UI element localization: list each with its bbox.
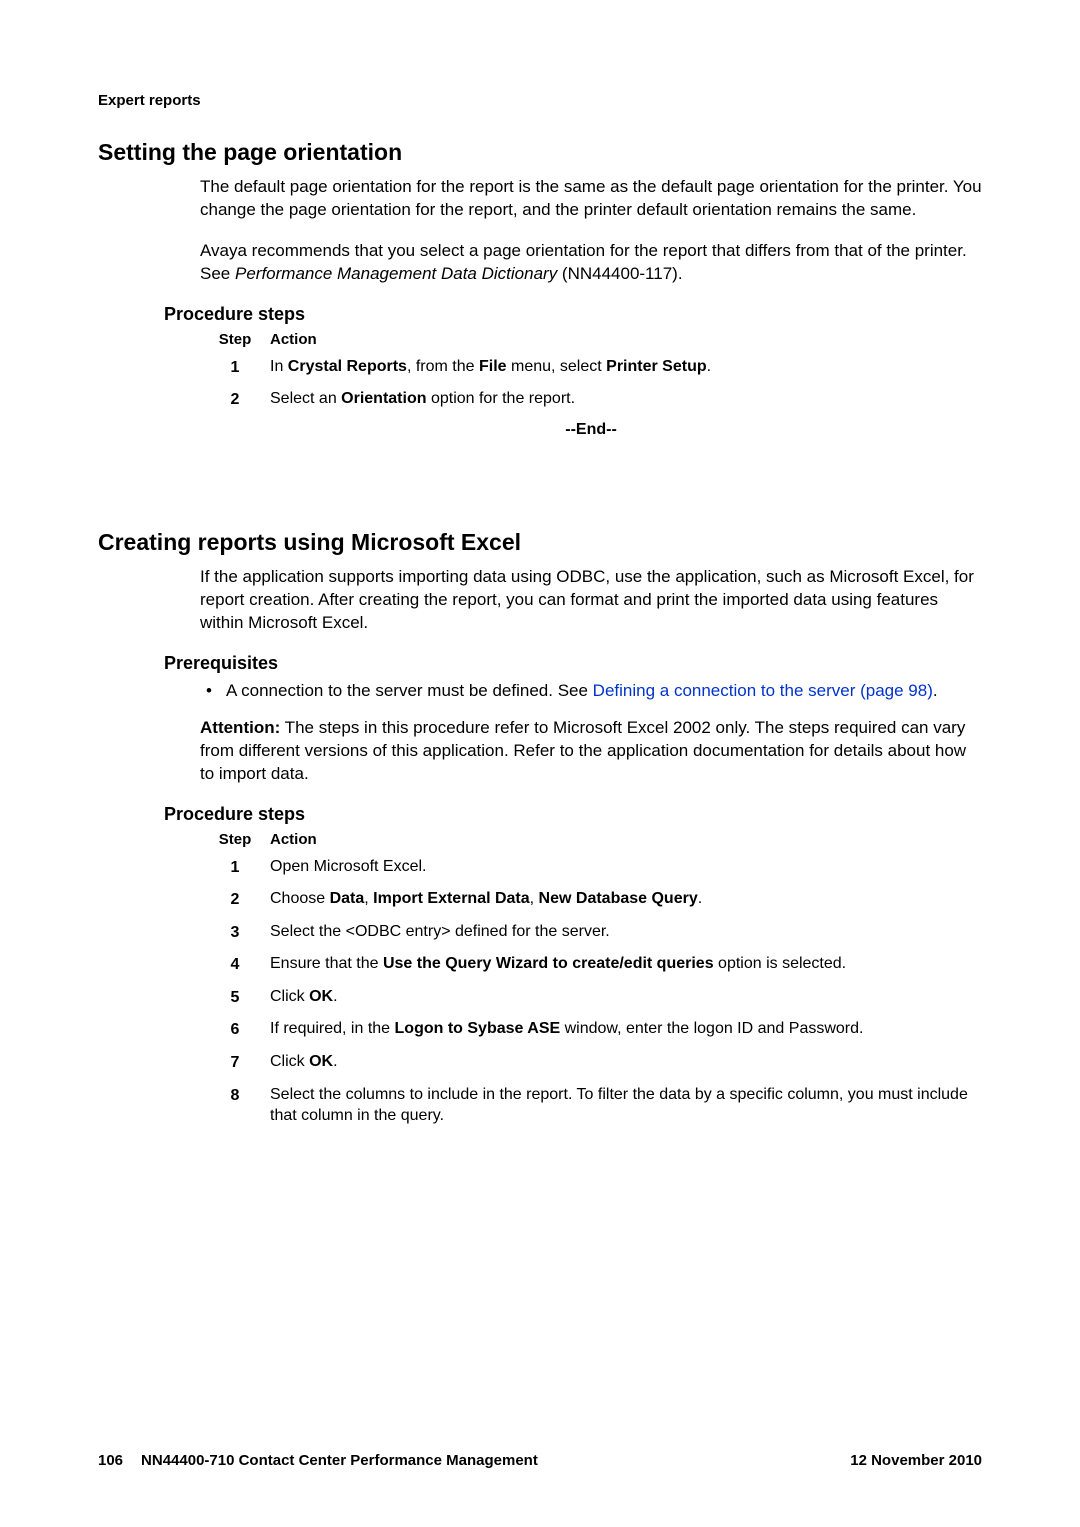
step-row: 5 Click OK.: [200, 986, 982, 1009]
step-action: Click OK.: [270, 986, 982, 1008]
text-fragment: .: [698, 890, 702, 907]
text-fragment: option for the report.: [427, 390, 576, 407]
section1-body: The default page orientation for the rep…: [200, 176, 982, 286]
step-action: Click OK.: [270, 1051, 982, 1073]
list-item: • A connection to the server must be def…: [200, 680, 982, 703]
text-fragment: ,: [364, 890, 373, 907]
step-number: 7: [200, 1051, 270, 1074]
end-marker: --End--: [200, 421, 982, 439]
step-number: 1: [200, 856, 270, 879]
footer-left: 106 NN44400-710 Contact Center Performanc…: [98, 1452, 538, 1469]
step-number: 2: [200, 388, 270, 411]
text-fragment: .: [933, 681, 938, 700]
ui-term: Import External Data: [373, 890, 529, 907]
section-gap: [98, 439, 982, 509]
steps-header-action: Action: [270, 831, 317, 848]
ui-term: OK: [309, 1053, 333, 1070]
text-fragment: , from the: [407, 358, 479, 375]
text-fragment: If required, in the: [270, 1020, 395, 1037]
section2-body: If the application supports importing da…: [200, 566, 982, 635]
ui-term: Orientation: [341, 390, 426, 407]
attention-note: Attention: The steps in this procedure r…: [200, 717, 982, 786]
text-fragment: In: [270, 358, 288, 375]
text-fragment: menu, select: [507, 358, 607, 375]
step-action: Open Microsoft Excel.: [270, 856, 982, 878]
step-row: 4 Ensure that the Use the Query Wizard t…: [200, 953, 982, 976]
text-fragment: Ensure that the: [270, 955, 383, 972]
step-row: 2 Select an Orientation option for the r…: [200, 388, 982, 411]
footer-doc-title: NN44400-710 Contact Center Performance M…: [141, 1452, 538, 1469]
text-fragment: Choose: [270, 890, 330, 907]
subheading-prerequisites: Prerequisites: [164, 653, 982, 674]
step-number: 2: [200, 888, 270, 911]
text-fragment: window, enter the logon ID and Password.: [560, 1020, 863, 1037]
prereq-list: • A connection to the server must be def…: [200, 680, 982, 703]
citation-title: Performance Management Data Dictionary: [235, 264, 557, 283]
step-action: In Crystal Reports, from the File menu, …: [270, 356, 982, 378]
steps-header-action: Action: [270, 331, 317, 348]
steps-table-1: Step Action 1 In Crystal Reports, from t…: [200, 331, 982, 411]
text-fragment: Click: [270, 1053, 309, 1070]
section2-para1: If the application supports importing da…: [200, 566, 982, 635]
heading-creating-reports-excel: Creating reports using Microsoft Excel: [98, 529, 982, 556]
text-fragment: Click: [270, 988, 309, 1005]
subheading-procedure-steps-2: Procedure steps: [164, 804, 982, 825]
text-fragment: (NN44400-117).: [557, 264, 682, 283]
text-fragment: Select an: [270, 390, 341, 407]
section1-para1: The default page orientation for the rep…: [200, 176, 982, 222]
steps-header-step: Step: [200, 331, 270, 348]
bullet-text: A connection to the server must be defin…: [226, 680, 982, 703]
attention-text: The steps in this procedure refer to Mic…: [200, 718, 966, 783]
step-row: 2 Choose Data, Import External Data, New…: [200, 888, 982, 911]
step-action: If required, in the Logon to Sybase ASE …: [270, 1018, 982, 1040]
section1-para2: Avaya recommends that you select a page …: [200, 240, 982, 286]
steps-header: Step Action: [200, 331, 982, 348]
step-number: 8: [200, 1084, 270, 1107]
step-row: 8 Select the columns to include in the r…: [200, 1084, 982, 1127]
bullet-icon: •: [200, 680, 226, 703]
ui-term: OK: [309, 988, 333, 1005]
step-action: Choose Data, Import External Data, New D…: [270, 888, 982, 910]
step-number: 5: [200, 986, 270, 1009]
page-number: 106: [98, 1452, 123, 1469]
steps-header-step: Step: [200, 831, 270, 848]
subheading-procedure-steps-1: Procedure steps: [164, 304, 982, 325]
footer-date: 12 November 2010: [850, 1452, 982, 1469]
page-footer: 106 NN44400-710 Contact Center Performanc…: [98, 1452, 982, 1469]
text-fragment: .: [333, 988, 337, 1005]
step-row: 1 Open Microsoft Excel.: [200, 856, 982, 879]
step-number: 3: [200, 921, 270, 944]
step-row: 3 Select the <ODBC entry> defined for th…: [200, 921, 982, 944]
ui-term: Printer Setup: [606, 358, 706, 375]
text-fragment: A connection to the server must be defin…: [226, 681, 593, 700]
ui-term: New Database Query: [539, 890, 698, 907]
step-action: Select an Orientation option for the rep…: [270, 388, 982, 410]
step-row: 6 If required, in the Logon to Sybase AS…: [200, 1018, 982, 1041]
ui-term: Data: [330, 890, 365, 907]
text-fragment: .: [333, 1053, 337, 1070]
step-row: 1 In Crystal Reports, from the File menu…: [200, 356, 982, 379]
attention-label: Attention:: [200, 718, 280, 737]
step-number: 1: [200, 356, 270, 379]
step-row: 7 Click OK.: [200, 1051, 982, 1074]
step-number: 6: [200, 1018, 270, 1041]
step-action: Select the columns to include in the rep…: [270, 1084, 982, 1127]
step-action: Ensure that the Use the Query Wizard to …: [270, 953, 982, 975]
text-fragment: .: [707, 358, 711, 375]
running-head: Expert reports: [98, 92, 982, 109]
step-number: 4: [200, 953, 270, 976]
steps-header: Step Action: [200, 831, 982, 848]
ui-term: Use the Query Wizard to create/edit quer…: [383, 955, 714, 972]
link-defining-connection[interactable]: Defining a connection to the server (pag…: [593, 681, 933, 700]
ui-term: Crystal Reports: [288, 358, 407, 375]
text-fragment: ,: [530, 890, 539, 907]
document-page: Expert reports Setting the page orientat…: [0, 0, 1080, 1527]
ui-term: File: [479, 358, 507, 375]
steps-table-2: Step Action 1 Open Microsoft Excel. 2 Ch…: [200, 831, 982, 1127]
text-fragment: option is selected.: [714, 955, 847, 972]
ui-term: Logon to Sybase ASE: [395, 1020, 561, 1037]
heading-setting-page-orientation: Setting the page orientation: [98, 139, 982, 166]
step-action: Select the <ODBC entry> defined for the …: [270, 921, 982, 943]
